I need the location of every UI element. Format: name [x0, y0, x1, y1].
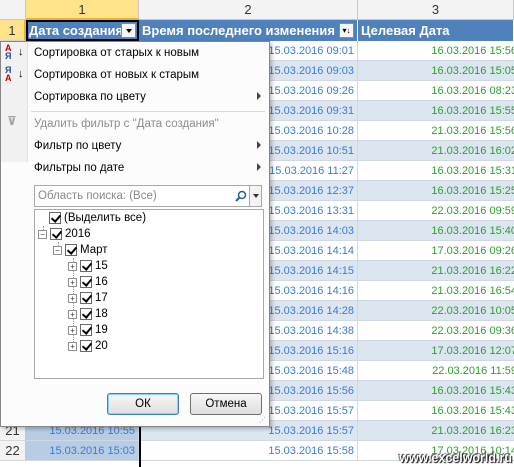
checkbox[interactable]: [80, 276, 92, 288]
checkbox[interactable]: [80, 260, 92, 272]
cell-target-date[interactable]: 21.03.2016 16:02: [358, 141, 514, 161]
search-scope-dropdown[interactable]: [249, 186, 261, 206]
cell-target-date[interactable]: 16.03.2016 15:43: [358, 381, 514, 401]
cell-target-date[interactable]: 17.03.2016 12:07: [358, 341, 514, 361]
tree-item-day[interactable]: + 17: [68, 290, 108, 306]
chevron-right-icon: [257, 163, 261, 171]
cell-target-date[interactable]: 16.03.2016 08:23: [358, 81, 514, 101]
resize-grip-icon[interactable]: ⋰: [259, 416, 267, 424]
tree-item-day[interactable]: + 18: [68, 306, 108, 322]
menu-sort-descending[interactable]: ЯА ↓ Сортировка от новых к старым: [1, 64, 269, 86]
cell-target-date[interactable]: 16.03.2016 15:56: [358, 41, 514, 61]
table-header-label: Дата создания: [29, 23, 124, 38]
spreadsheet: 1 2 3 1 Дата создания Время последнего и…: [0, 0, 514, 467]
expand-icon[interactable]: +: [68, 309, 77, 319]
menu-filter-by-color[interactable]: Фильтр по цвету: [1, 135, 269, 157]
search-icon: [233, 186, 249, 206]
cell-target-date[interactable]: 22.03.2016 09:36: [358, 321, 514, 341]
cancel-button[interactable]: Отмена: [190, 393, 262, 415]
tree-item-day[interactable]: + 20: [68, 338, 108, 354]
sort-filter-icon: ▾↓: [342, 25, 351, 35]
row-header[interactable]: 22: [0, 441, 26, 461]
menu-clear-filter: ⊽ Удалить фильтр с "Дата создания": [1, 113, 269, 135]
cell-target-date[interactable]: 21.03.2016 16:54: [358, 281, 514, 301]
menu-sort-ascending[interactable]: АЯ ↓ Сортировка от старых к новым: [1, 42, 269, 64]
tree-item-day[interactable]: + 19: [68, 322, 108, 338]
cell-last-modified[interactable]: 15.03.2016 15:58: [141, 441, 358, 461]
row-header-1[interactable]: 1: [0, 20, 26, 41]
collapse-icon[interactable]: −: [38, 229, 47, 239]
search-box[interactable]: Область поиска: (Все): [34, 185, 262, 207]
expand-icon[interactable]: +: [68, 341, 77, 351]
column-header-3[interactable]: 3: [358, 0, 514, 20]
checkbox[interactable]: [80, 340, 92, 352]
chevron-right-icon: [257, 92, 261, 100]
ok-button[interactable]: ОК: [107, 393, 179, 415]
table-header-label: Целевая Дата: [361, 23, 450, 38]
select-all-corner[interactable]: [0, 0, 26, 20]
cell-target-date[interactable]: 22.03.2016 11:59: [358, 361, 514, 381]
cell-target-date[interactable]: 21.03.2016 16:22: [358, 261, 514, 281]
table-header-creation-date[interactable]: Дата создания: [26, 20, 139, 41]
column-header-1[interactable]: 1: [26, 0, 139, 20]
filter-dropdown-button[interactable]: [121, 23, 136, 38]
cell-target-date[interactable]: 22.03.2016 10:05: [358, 301, 514, 321]
cell-target-date[interactable]: 21.03.2016 16:23: [358, 421, 514, 441]
tree-item-month[interactable]: − Март: [53, 242, 108, 258]
filter-tree: (Выделить все) − 2016 − Март + 15 + 16 +…: [34, 209, 264, 379]
cell-target-date[interactable]: 16.03.2016 15:40: [358, 221, 514, 241]
down-arrow-icon: ↓: [18, 46, 24, 58]
sort-filter-button[interactable]: ▾↓: [339, 23, 354, 38]
cell-target-date[interactable]: 16.03.2016 15:31: [358, 161, 514, 181]
watermark: www.excelworld.ru: [399, 451, 512, 465]
checkbox[interactable]: [50, 228, 62, 240]
expand-icon[interactable]: +: [68, 277, 77, 287]
collapse-icon[interactable]: −: [53, 245, 62, 255]
down-arrow-icon: ↓: [18, 68, 24, 80]
cell-target-date[interactable]: 16.03.2016 15:25: [358, 181, 514, 201]
column-header-2[interactable]: 2: [139, 0, 358, 20]
search-input[interactable]: Область поиска: (Все): [35, 190, 233, 202]
menu-sort-by-color[interactable]: Сортировка по цвету: [1, 86, 269, 108]
table-header-last-modified[interactable]: Время последнего изменения ▾↓: [139, 20, 358, 41]
expand-icon[interactable]: +: [68, 293, 77, 303]
table-header-target-date[interactable]: Целевая Дата: [358, 20, 514, 41]
cell-target-date[interactable]: 16.03.2016 15:55: [358, 101, 514, 121]
chevron-right-icon: [257, 141, 261, 149]
menu-separator: [31, 111, 265, 112]
checkbox[interactable]: [80, 324, 92, 336]
table-header-label: Время последнего изменения: [142, 23, 335, 38]
cell-target-date[interactable]: 17.03.2016 09:26: [358, 241, 514, 261]
cell-target-date[interactable]: 22.03.2016 09:59: [358, 201, 514, 221]
expand-icon[interactable]: +: [68, 325, 77, 335]
expand-icon[interactable]: +: [68, 261, 77, 271]
tree-item-year[interactable]: − 2016: [38, 226, 91, 242]
autofilter-dropdown: АЯ ↓ Сортировка от старых к новым ЯА ↓ С…: [0, 41, 270, 427]
menu-date-filters[interactable]: Фильтры по дате: [1, 157, 269, 179]
tree-item-day[interactable]: + 16: [68, 274, 108, 290]
checkbox[interactable]: [49, 212, 61, 224]
chevron-down-icon: [252, 194, 259, 198]
checkbox[interactable]: [65, 244, 77, 256]
funnel-clear-icon: ⊽: [7, 114, 17, 128]
checkbox[interactable]: [80, 308, 92, 320]
tree-item-select-all[interactable]: (Выделить все): [49, 210, 146, 226]
cell-target-date[interactable]: 16.03.2016 15:05: [358, 61, 514, 81]
checkbox[interactable]: [80, 292, 92, 304]
cell-creation-date[interactable]: 15.03.2016 15:03: [26, 441, 139, 461]
cell-target-date[interactable]: 16.03.2016 15:43: [358, 401, 514, 421]
chevron-down-icon: [125, 28, 132, 33]
cell-target-date[interactable]: 21.03.2016 15:56: [358, 121, 514, 141]
tree-item-day[interactable]: + 15: [68, 258, 108, 274]
